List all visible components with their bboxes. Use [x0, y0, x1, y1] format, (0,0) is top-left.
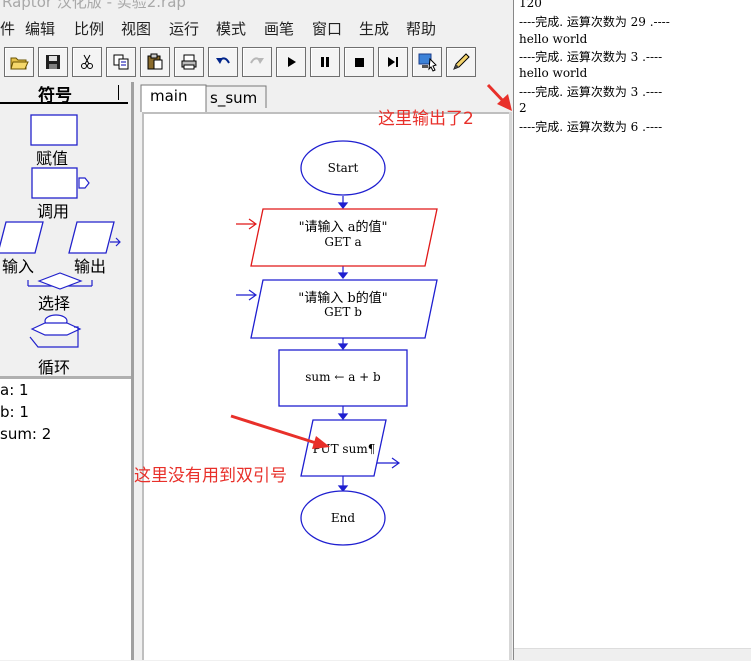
annotation-arrows: [230, 83, 512, 449]
annotation-quote-note: 这里没有用到双引号: [134, 466, 287, 486]
annotation-output-note: 这里输出了2: [378, 109, 474, 129]
